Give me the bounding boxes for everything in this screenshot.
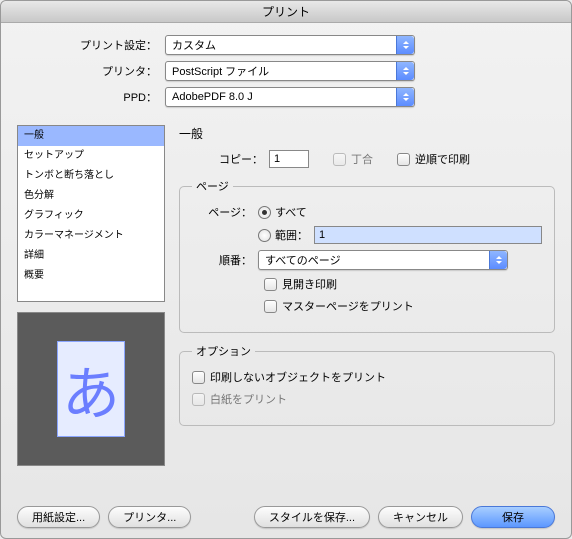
printer-value: PostScript ファイル — [172, 63, 269, 79]
general-heading: 一般 — [179, 125, 555, 142]
preview-page: あ — [57, 341, 125, 437]
printer-select[interactable]: PostScript ファイル — [165, 61, 415, 81]
checkbox-icon — [264, 300, 277, 313]
pages-label: ページ： — [192, 204, 258, 220]
preset-value: カスタム — [172, 37, 216, 53]
left-column: 一般 セットアップ トンボと断ち落とし 色分解 グラフィック カラーマネージメン… — [17, 125, 165, 494]
chevron-updown-icon — [396, 36, 414, 54]
preview-glyph: あ — [62, 347, 120, 431]
pages-range-radio[interactable] — [258, 229, 271, 242]
content-area: プリント設定： カスタム プリンタ： PostScript ファイル PPD： … — [1, 23, 571, 538]
pages-all-radio[interactable] — [258, 206, 271, 219]
chevron-updown-icon — [396, 62, 414, 80]
order-value: すべてのページ — [265, 252, 341, 268]
reverse-label: 逆順で印刷 — [415, 151, 470, 167]
list-item-color[interactable]: カラーマネージメント — [18, 226, 164, 246]
list-item-general[interactable]: 一般 — [18, 126, 164, 146]
list-item-advanced[interactable]: 詳細 — [18, 246, 164, 266]
collate-checkbox: 丁合 — [333, 151, 373, 167]
pages-group: ページ ページ： すべて 範囲： 順番： — [179, 178, 555, 333]
order-label: 順番： — [192, 252, 258, 268]
preset-label: プリント設定： — [17, 37, 165, 53]
pages-range-input[interactable] — [314, 226, 542, 244]
order-select[interactable]: すべてのページ — [258, 250, 508, 270]
panel-list[interactable]: 一般 セットアップ トンボと断ち落とし 色分解 グラフィック カラーマネージメン… — [17, 125, 165, 302]
print-blank-label: 白紙をプリント — [210, 391, 287, 407]
window-title: プリント — [1, 1, 571, 23]
copies-label: コピー： — [219, 151, 263, 167]
print-blank-checkbox: 白紙をプリント — [192, 391, 287, 407]
preset-select[interactable]: カスタム — [165, 35, 415, 55]
list-item-summary[interactable]: 概要 — [18, 266, 164, 286]
reverse-order-checkbox[interactable]: 逆順で印刷 — [397, 151, 470, 167]
button-bar: 用紙設定... プリンタ... スタイルを保存... キャンセル 保存 — [17, 494, 555, 528]
chevron-updown-icon — [396, 88, 414, 106]
print-nonprinting-label: 印刷しないオブジェクトをプリント — [210, 369, 386, 385]
checkbox-icon — [397, 153, 410, 166]
options-group-title: オプション — [192, 343, 255, 359]
checkbox-icon — [333, 153, 346, 166]
printer-button[interactable]: プリンタ... — [108, 506, 191, 528]
printer-label: プリンタ： — [17, 63, 165, 79]
spreads-label: 見開き印刷 — [282, 276, 337, 292]
cancel-button[interactable]: キャンセル — [378, 506, 463, 528]
list-item-setup[interactable]: セットアップ — [18, 146, 164, 166]
save-style-button[interactable]: スタイルを保存... — [254, 506, 370, 528]
checkbox-icon — [264, 278, 277, 291]
print-nonprinting-checkbox[interactable]: 印刷しないオブジェクトをプリント — [192, 369, 386, 385]
print-dialog: プリント プリント設定： カスタム プリンタ： PostScript ファイル … — [0, 0, 572, 539]
pages-all-label: すべて — [275, 204, 307, 220]
pages-range-label: 範囲： — [275, 227, 308, 243]
options-group: オプション 印刷しないオブジェクトをプリント 白紙をプリント — [179, 343, 555, 426]
checkbox-icon — [192, 371, 205, 384]
list-item-graphics[interactable]: グラフィック — [18, 206, 164, 226]
chevron-updown-icon — [489, 251, 507, 269]
ppd-label: PPD： — [17, 89, 165, 105]
spreads-checkbox[interactable]: 見開き印刷 — [264, 276, 337, 292]
master-pages-checkbox[interactable]: マスターページをプリント — [264, 298, 414, 314]
list-item-marks[interactable]: トンボと断ち落とし — [18, 166, 164, 186]
top-selectors: プリント設定： カスタム プリンタ： PostScript ファイル PPD： … — [17, 35, 555, 113]
page-preview: あ — [17, 312, 165, 466]
checkbox-icon — [192, 393, 205, 406]
page-setup-button[interactable]: 用紙設定... — [17, 506, 100, 528]
collate-label: 丁合 — [351, 151, 373, 167]
ppd-value: AdobePDF 8.0 J — [172, 91, 253, 103]
ppd-select[interactable]: AdobePDF 8.0 J — [165, 87, 415, 107]
copies-input[interactable] — [269, 150, 309, 168]
right-column: 一般 コピー： 丁合 逆順で印刷 ページ — [179, 125, 555, 494]
master-pages-label: マスターページをプリント — [282, 298, 414, 314]
save-button[interactable]: 保存 — [471, 506, 555, 528]
list-item-output[interactable]: 色分解 — [18, 186, 164, 206]
pages-group-title: ページ — [192, 178, 233, 194]
